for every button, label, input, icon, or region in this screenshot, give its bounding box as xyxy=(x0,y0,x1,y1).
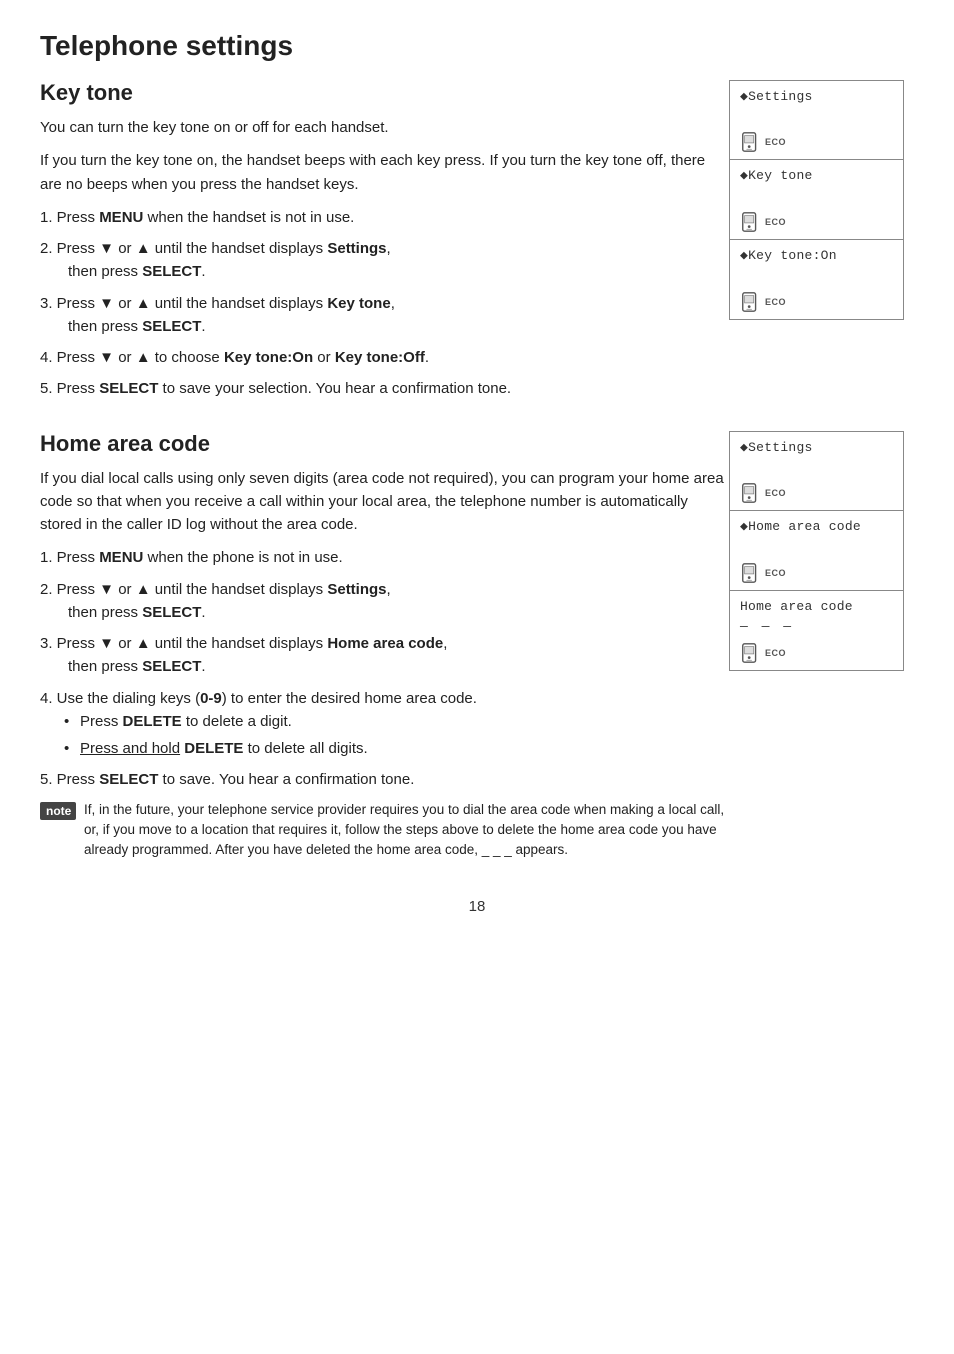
home-area-code-section: Home area code If you dial local calls u… xyxy=(40,431,914,869)
key-tone-text: Key tone You can turn the key tone on or… xyxy=(40,80,729,409)
note-box: note If, in the future, your telephone s… xyxy=(40,800,729,861)
key-tone-step-1: 1. Press MENU when the handset is not in… xyxy=(40,206,729,229)
key-tone-step-3: 3. Press ▼ or ▲ until the handset displa… xyxy=(40,292,729,339)
key-tone-step-2: 2. Press ▼ or ▲ until the handset displa… xyxy=(40,237,729,284)
screen-key-tone-on: ◆Key tone:On ECO xyxy=(729,240,904,320)
hac-step-1: 1. Press MENU when the phone is not in u… xyxy=(40,546,729,569)
hac-step-4-bullets: Press DELETE to delete a digit. Press an… xyxy=(40,710,729,761)
page-number: 18 xyxy=(40,898,914,915)
home-area-code-text: Home area code If you dial local calls u… xyxy=(40,431,729,869)
eco-icon-6: ECO xyxy=(740,642,893,664)
key-tone-section: Key tone You can turn the key tone on or… xyxy=(40,80,914,409)
bullet-delete-digit: Press DELETE to delete a digit. xyxy=(80,710,729,733)
key-tone-steps: 1. Press MENU when the handset is not in… xyxy=(40,206,729,401)
screen-settings-2: ◆Settings ECO xyxy=(729,431,904,511)
screen-home-area-code-dashes: Home area code — — — ECO xyxy=(729,591,904,671)
eco-icon-2: ECO xyxy=(740,211,893,233)
eco-icon-5: ECO xyxy=(740,562,893,584)
home-area-code-intro: If you dial local calls using only seven… xyxy=(40,467,729,537)
key-tone-intro1: You can turn the key tone on or off for … xyxy=(40,116,729,139)
hac-step-3: 3. Press ▼ or ▲ until the handset displa… xyxy=(40,632,729,679)
home-area-code-steps: 1. Press MENU when the phone is not in u… xyxy=(40,546,729,791)
key-tone-sidebar: ◆Settings ECO ◆Key tone xyxy=(729,80,914,409)
key-tone-step-5: 5. Press SELECT to save your selection. … xyxy=(40,377,729,400)
key-tone-intro2: If you turn the key tone on, the handset… xyxy=(40,149,729,196)
page-title: Telephone settings xyxy=(40,30,914,62)
key-tone-heading: Key tone xyxy=(40,80,729,106)
home-area-code-sidebar: ◆Settings ECO ◆Home area code xyxy=(729,431,914,869)
screen-home-area-code: ◆Home area code ECO xyxy=(729,511,904,591)
hac-step-2: 2. Press ▼ or ▲ until the handset displa… xyxy=(40,578,729,625)
eco-icon-4: ECO xyxy=(740,482,893,504)
eco-icon-1: ECO xyxy=(740,131,893,153)
screen-settings-1: ◆Settings ECO xyxy=(729,80,904,160)
note-label: note xyxy=(40,802,76,820)
hac-step-5: 5. Press SELECT to save. You hear a conf… xyxy=(40,768,729,791)
hac-step-4: 4. Use the dialing keys (0-9) to enter t… xyxy=(40,687,729,761)
eco-icon-3: ECO xyxy=(740,291,893,313)
screen-key-tone: ◆Key tone ECO xyxy=(729,160,904,240)
home-area-code-heading: Home area code xyxy=(40,431,729,457)
key-tone-step-4: 4. Press ▼ or ▲ to choose Key tone:On or… xyxy=(40,346,729,369)
note-text: If, in the future, your telephone servic… xyxy=(84,800,729,861)
bullet-delete-all: Press and hold DELETE to delete all digi… xyxy=(80,737,729,760)
